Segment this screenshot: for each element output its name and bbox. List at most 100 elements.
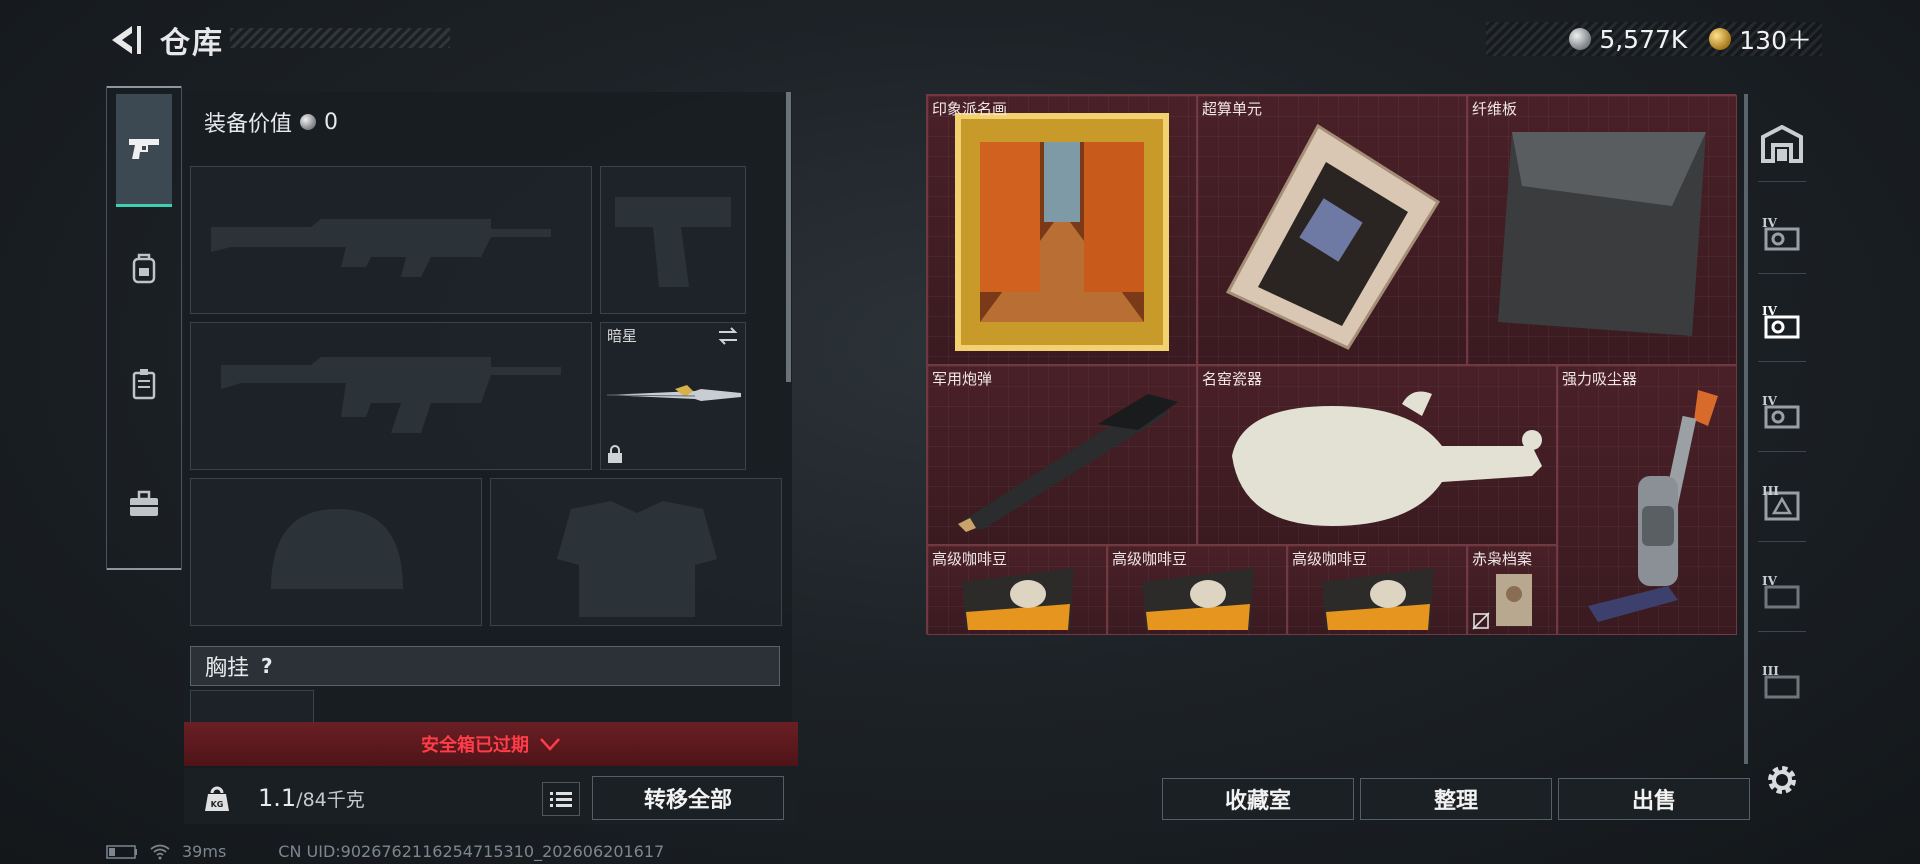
kettlebell-icon: KG <box>205 786 229 811</box>
stash-item-porcelain[interactable]: 名窑瓷器 <box>1197 365 1557 545</box>
item-name: 强力吸尘器 <box>1562 370 1638 388</box>
title-decoration <box>230 28 450 48</box>
tab-separator <box>1758 541 1806 542</box>
weight-icon: KG <box>192 774 242 822</box>
tab-stash-page-1[interactable]: IV <box>1754 206 1810 274</box>
tab-all-stash[interactable] <box>1754 114 1810 182</box>
back-button[interactable] <box>104 20 144 60</box>
rifle-silhouette-icon <box>211 219 551 277</box>
equipment-scrollbar[interactable] <box>786 92 791 382</box>
stash-item-compute-unit[interactable]: 超算单元 <box>1197 95 1467 365</box>
stash-item-coffee-beans[interactable]: 高级咖啡豆 <box>927 545 1107 635</box>
page-title: 仓库 <box>160 26 224 61</box>
item-name: 超算单元 <box>1202 100 1263 118</box>
item-name: 高级咖啡豆 <box>932 550 1008 568</box>
stash-item-vacuum-cleaner[interactable]: 强力吸尘器 <box>1557 365 1737 635</box>
toolbox-icon <box>130 490 158 516</box>
transfer-all-button[interactable]: 转移全部 <box>592 776 784 820</box>
equipment-value-label: 装备价值 <box>204 112 293 137</box>
page-tier: III <box>1762 664 1779 678</box>
weight-readout: 1.1/84千克 <box>258 784 365 812</box>
stash-item-red-owl-file[interactable]: 赤枭档案 <box>1467 545 1557 635</box>
tab-separator <box>1758 273 1806 274</box>
melee-item-name: 暗星 <box>607 327 638 345</box>
settings-button[interactable] <box>1754 750 1810 810</box>
tab-vest[interactable] <box>116 356 172 412</box>
stash-grid: 印象派名画 超算单元 纤维板 军用炮弹 名窑瓷器 强力吸尘器 高级咖啡豆 高级咖… <box>926 94 1737 635</box>
equipment-panel: 装备价值 0 暗星 <box>184 92 792 728</box>
chest-rig-label: 胸挂 <box>205 656 250 681</box>
tab-separator <box>1758 451 1806 452</box>
lock-icon <box>608 445 622 463</box>
gold-coin-icon <box>1709 28 1732 50</box>
equipment-value-row: 装备价值 0 <box>204 106 338 138</box>
vest-icon <box>132 369 156 400</box>
gold-currency-value[interactable]: 130＋ <box>1739 21 1812 57</box>
tab-toolbox[interactable] <box>116 476 172 532</box>
stash-scrollbar[interactable] <box>1744 94 1748 764</box>
tab-separator <box>1758 181 1806 182</box>
chest-rig-help-icon[interactable]: ? <box>261 654 273 678</box>
secondary-weapon-slot[interactable] <box>190 322 592 470</box>
melee-slot[interactable]: 暗星 <box>600 322 746 470</box>
swap-icon[interactable] <box>717 327 739 345</box>
artillery-shell-icon <box>958 394 1178 532</box>
warehouse-icon <box>1761 125 1803 163</box>
rifle-silhouette-icon <box>221 357 561 433</box>
coffee-bag-icon <box>962 568 1074 630</box>
list-icon <box>550 792 572 807</box>
tab-stash-page-4[interactable]: III <box>1754 474 1810 542</box>
pistol-icon <box>129 139 159 159</box>
weight-capacity: /84千克 <box>296 789 365 811</box>
tab-weapons[interactable] <box>116 94 172 207</box>
sidearm-slot[interactable] <box>600 166 746 314</box>
safe-box-expired-banner[interactable]: 安全箱已过期 <box>184 722 798 766</box>
tab-stash-page-3[interactable]: IV <box>1754 384 1810 452</box>
stash-item-painting[interactable]: 印象派名画 <box>927 95 1197 365</box>
page-tier: III <box>1762 484 1779 498</box>
item-name: 纤维板 <box>1472 100 1518 118</box>
item-name: 高级咖啡豆 <box>1292 550 1368 568</box>
tab-stash-page-5[interactable]: IV <box>1754 564 1810 632</box>
currency-bar: 5,577K 130＋ <box>1486 22 1822 56</box>
stash-item-coffee-beans[interactable]: 高级咖啡豆 <box>1107 545 1287 635</box>
sell-button[interactable]: 出售 <box>1558 778 1750 820</box>
helmet-slot[interactable] <box>190 478 482 626</box>
silver-coin-icon <box>300 114 317 130</box>
chevron-down-icon <box>540 738 560 751</box>
list-view-button[interactable] <box>542 782 580 816</box>
back-arrow-icon <box>112 26 141 54</box>
equipment-value-amount: 0 <box>324 109 339 135</box>
ping-text: 39ms <box>182 842 227 861</box>
carbon-fiber-board-icon <box>1498 132 1706 336</box>
primary-weapon-slot[interactable] <box>190 166 592 314</box>
svg-text:KG: KG <box>211 800 224 809</box>
page-tier: IV <box>1762 394 1777 408</box>
weight-current: 1.1 <box>258 784 297 812</box>
item-name: 名窑瓷器 <box>1202 370 1263 388</box>
item-name: 印象派名画 <box>932 100 1008 118</box>
impressionist-painting-icon <box>955 113 1169 351</box>
dark-star-knife-icon <box>606 385 741 401</box>
stash-item-artillery-shell[interactable]: 军用炮弹 <box>927 365 1197 545</box>
chest-rig-header: 胸挂 ? <box>190 646 780 686</box>
item-name: 高级咖啡豆 <box>1112 550 1188 568</box>
body-armor-slot[interactable] <box>490 478 782 626</box>
collection-room-button[interactable]: 收藏室 <box>1162 778 1354 820</box>
sort-button[interactable]: 整理 <box>1360 778 1552 820</box>
untradeable-icon <box>1472 612 1490 630</box>
tab-backpack[interactable] <box>116 240 172 296</box>
silver-coin-icon <box>1569 28 1592 50</box>
helmet-silhouette-icon <box>271 509 403 589</box>
tab-stash-page-6[interactable]: III <box>1754 654 1810 714</box>
stash-item-coffee-beans[interactable]: 高级咖啡豆 <box>1287 545 1467 635</box>
vacuum-cleaner-icon <box>1588 390 1718 622</box>
item-name: 赤枭档案 <box>1472 550 1533 568</box>
page-tier: IV <box>1762 216 1777 230</box>
wifi-icon <box>150 844 170 859</box>
tab-stash-page-2[interactable]: IV <box>1754 294 1810 362</box>
uid-text: CN UID:9026762116254715310_202606201617 <box>278 842 665 861</box>
stash-item-fiberboard[interactable]: 纤维板 <box>1467 95 1737 365</box>
battery-icon <box>106 844 137 859</box>
silver-currency-value: 5,577K <box>1599 24 1688 54</box>
